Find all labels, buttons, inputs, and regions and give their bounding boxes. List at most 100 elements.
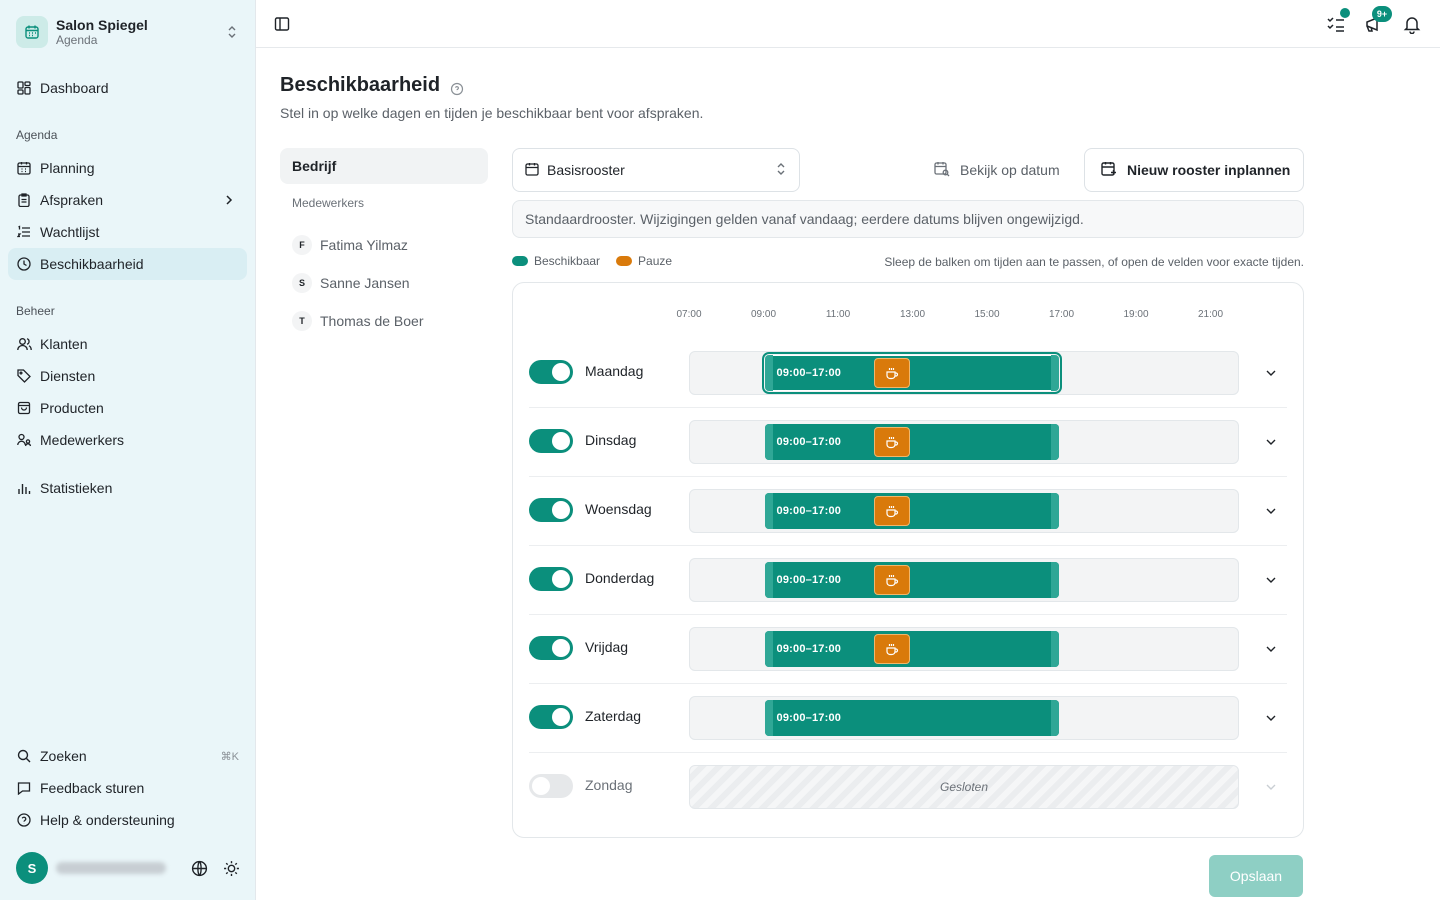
help-circle-icon[interactable]	[450, 79, 464, 95]
nav-planning-label: Planning	[40, 160, 95, 176]
closed-label: Gesloten	[939, 780, 989, 794]
new-schedule-button[interactable]: Nieuw rooster inplannen	[1084, 148, 1304, 192]
nav-dashboard[interactable]: Dashboard	[8, 72, 247, 104]
pause-block[interactable]	[874, 358, 911, 388]
day-track[interactable]: 09:00–17:00	[689, 558, 1239, 602]
clock-icon	[16, 256, 32, 272]
megaphone-icon[interactable]: 9+	[1364, 6, 1392, 34]
bar-handle-start[interactable]	[764, 493, 773, 529]
day-track[interactable]: 09:00–17:00	[689, 627, 1239, 671]
bar-handle-end[interactable]	[1050, 493, 1059, 529]
nav-producten[interactable]: Producten	[8, 392, 247, 424]
nav-klanten[interactable]: Klanten	[8, 328, 247, 360]
pause-block[interactable]	[874, 565, 911, 595]
legend-available: Beschikbaar	[512, 254, 600, 268]
day-toggle[interactable]	[529, 498, 573, 522]
availability-bar[interactable]: 09:00–17:00	[764, 562, 1059, 598]
bar-time-range: 09:00–17:00	[776, 436, 842, 448]
chevron-up-down-icon	[224, 24, 240, 40]
bar-handle-end[interactable]	[1050, 424, 1059, 460]
day-row-vrijdag: Vrijdag 09:00–17:00	[529, 615, 1287, 684]
bar-handle-end[interactable]	[1050, 700, 1059, 736]
chevron-down-icon[interactable]	[1263, 779, 1279, 795]
staff-item-sanne[interactable]: S Sanne Jansen	[280, 264, 488, 302]
chevron-down-icon[interactable]	[1263, 710, 1279, 726]
day-toggle[interactable]	[529, 705, 573, 729]
chevron-up-down-icon	[775, 162, 787, 179]
pause-block[interactable]	[874, 496, 911, 526]
day-track[interactable]: 09:00–17:00	[689, 696, 1239, 740]
bar-handle-start[interactable]	[764, 700, 773, 736]
nav-diensten-label: Diensten	[40, 368, 96, 384]
calendar-plus-icon	[1101, 161, 1117, 180]
day-track[interactable]: Gesloten	[689, 765, 1239, 809]
chevron-down-icon[interactable]	[1263, 572, 1279, 588]
availability-bar[interactable]: 09:00–17:00	[764, 424, 1059, 460]
bar-time-range: 09:00–17:00	[776, 367, 842, 379]
bell-icon[interactable]	[1402, 14, 1422, 34]
new-schedule-label: Nieuw rooster inplannen	[1127, 162, 1291, 178]
bar-handle-end[interactable]	[1050, 355, 1059, 391]
help-circle-icon	[16, 812, 32, 828]
nav-medewerkers[interactable]: Medewerkers	[8, 424, 247, 456]
status-dot	[1340, 8, 1350, 18]
availability-bar[interactable]: 09:00–17:00	[761, 352, 1062, 394]
day-row-zaterdag: Zaterdag 09:00–17:00	[529, 684, 1287, 753]
coffee-icon	[886, 575, 899, 587]
staff-company-item[interactable]: Bedrijf	[280, 148, 488, 184]
checklist-icon[interactable]	[1326, 8, 1350, 34]
pause-block[interactable]	[874, 634, 911, 664]
nav-feedback-label: Feedback sturen	[40, 780, 145, 796]
nav-afspraken[interactable]: Afspraken	[8, 184, 247, 216]
sun-icon[interactable]	[222, 859, 240, 877]
bar-handle-start[interactable]	[764, 424, 773, 460]
save-button[interactable]: Opslaan	[1209, 855, 1303, 897]
bar-handle-start[interactable]	[764, 355, 773, 391]
chevron-down-icon[interactable]	[1263, 503, 1279, 519]
nav-help[interactable]: Help & ondersteuning	[8, 804, 247, 836]
bar-chart-icon	[16, 480, 32, 496]
user-profile[interactable]: S	[16, 852, 240, 884]
workspace-switcher[interactable]: Salon Spiegel Agenda	[16, 16, 240, 48]
nav-wachtlijst-label: Wachtlijst	[40, 224, 100, 240]
nav-zoeken[interactable]: Zoeken ⌘K	[8, 740, 247, 772]
chevron-down-icon[interactable]	[1263, 365, 1279, 381]
schedule-select[interactable]: Basisrooster	[512, 148, 800, 192]
sidebar-toggle-icon[interactable]	[274, 16, 290, 32]
nav-planning[interactable]: Planning	[8, 152, 247, 184]
time-tick: 07:00	[676, 309, 702, 320]
nav-diensten[interactable]: Diensten	[8, 360, 247, 392]
chevron-down-icon[interactable]	[1263, 434, 1279, 450]
bar-handle-end[interactable]	[1050, 631, 1059, 667]
day-track[interactable]: 09:00–17:00	[689, 351, 1239, 395]
nav-feedback[interactable]: Feedback sturen	[8, 772, 247, 804]
availability-bar[interactable]: 09:00–17:00	[764, 631, 1059, 667]
availability-bar[interactable]: 09:00–17:00	[764, 700, 1059, 736]
day-toggle[interactable]	[529, 429, 573, 453]
view-on-date-button[interactable]: Bekijk op datum	[934, 148, 1060, 192]
staff-item-fatima[interactable]: F Fatima Yilmaz	[280, 226, 488, 264]
availability-bar[interactable]: 09:00–17:00	[764, 493, 1059, 529]
nav-statistieken[interactable]: Statistieken	[8, 472, 247, 504]
schedule-select-value: Basisrooster	[547, 162, 625, 178]
day-track[interactable]: 09:00–17:00	[689, 489, 1239, 533]
bar-handle-start[interactable]	[764, 631, 773, 667]
day-track[interactable]: 09:00–17:00	[689, 420, 1239, 464]
day-toggle[interactable]	[529, 360, 573, 384]
legend-available-label: Beschikbaar	[534, 254, 601, 268]
day-toggle[interactable]	[529, 774, 573, 798]
bar-handle-end[interactable]	[1050, 562, 1059, 598]
staff-item-thomas[interactable]: T Thomas de Boer	[280, 302, 488, 340]
bar-handle-start[interactable]	[764, 562, 773, 598]
pause-block[interactable]	[874, 427, 911, 457]
chevron-down-icon[interactable]	[1263, 641, 1279, 657]
nav-beschikbaarheid[interactable]: Beschikbaarheid	[8, 248, 247, 280]
workspace-subtitle: Agenda	[56, 32, 98, 47]
legend-swatch	[616, 256, 633, 266]
main-content: 9+ Beschikbaarheid Stel in op welke dage…	[256, 0, 1440, 900]
calendar-icon	[525, 162, 539, 179]
day-toggle[interactable]	[529, 567, 573, 591]
day-toggle[interactable]	[529, 636, 573, 660]
nav-wachtlijst[interactable]: Wachtlijst	[8, 216, 247, 248]
globe-icon[interactable]	[190, 859, 208, 877]
